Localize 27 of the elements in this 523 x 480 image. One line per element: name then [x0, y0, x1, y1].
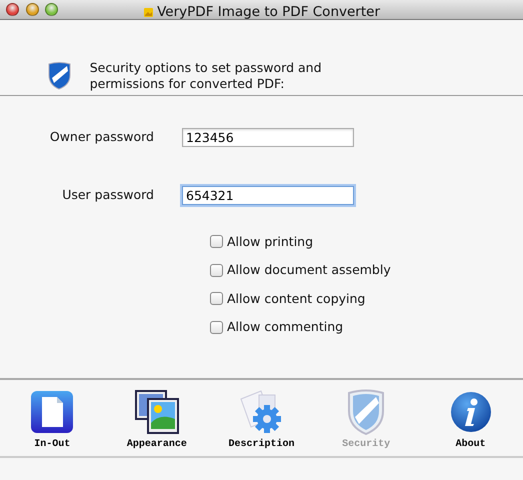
checkbox-label: Allow document assembly — [227, 261, 391, 279]
checkbox[interactable] — [210, 292, 223, 306]
checkbox-label: Allow commenting — [227, 318, 344, 336]
pictures-icon — [134, 389, 180, 435]
toolbar-button[interactable]: Description — [211, 389, 312, 454]
password-field[interactable]: 123456 — [182, 128, 354, 147]
toolbar-button[interactable]: Appearance — [106, 389, 207, 454]
info-icon — [450, 391, 492, 433]
checkbox-label: Allow content copying — [227, 290, 366, 308]
document-icon — [30, 390, 74, 434]
shield-icon — [346, 389, 386, 435]
description-text: Security options to set password and permissions for converted PDF: — [90, 60, 323, 92]
window-control[interactable] — [6, 3, 20, 16]
field-label: User password — [61, 186, 155, 204]
checkbox-label: Allow printing — [227, 232, 314, 251]
field-label: Owner password — [48, 128, 155, 146]
shield-icon — [48, 62, 71, 90]
app-icon — [143, 6, 154, 18]
toolbar-button[interactable]: About — [420, 389, 521, 454]
window-title: VeryPDF Image to PDF Converter — [157, 3, 380, 22]
checkbox[interactable] — [210, 264, 223, 277]
toolbar-button[interactable]: In-Out — [2, 389, 102, 454]
checkbox[interactable] — [210, 235, 223, 248]
window-control[interactable] — [26, 3, 38, 16]
window-control[interactable] — [44, 3, 58, 16]
password-field[interactable]: 654321 — [182, 186, 354, 205]
checkbox[interactable] — [210, 320, 223, 334]
